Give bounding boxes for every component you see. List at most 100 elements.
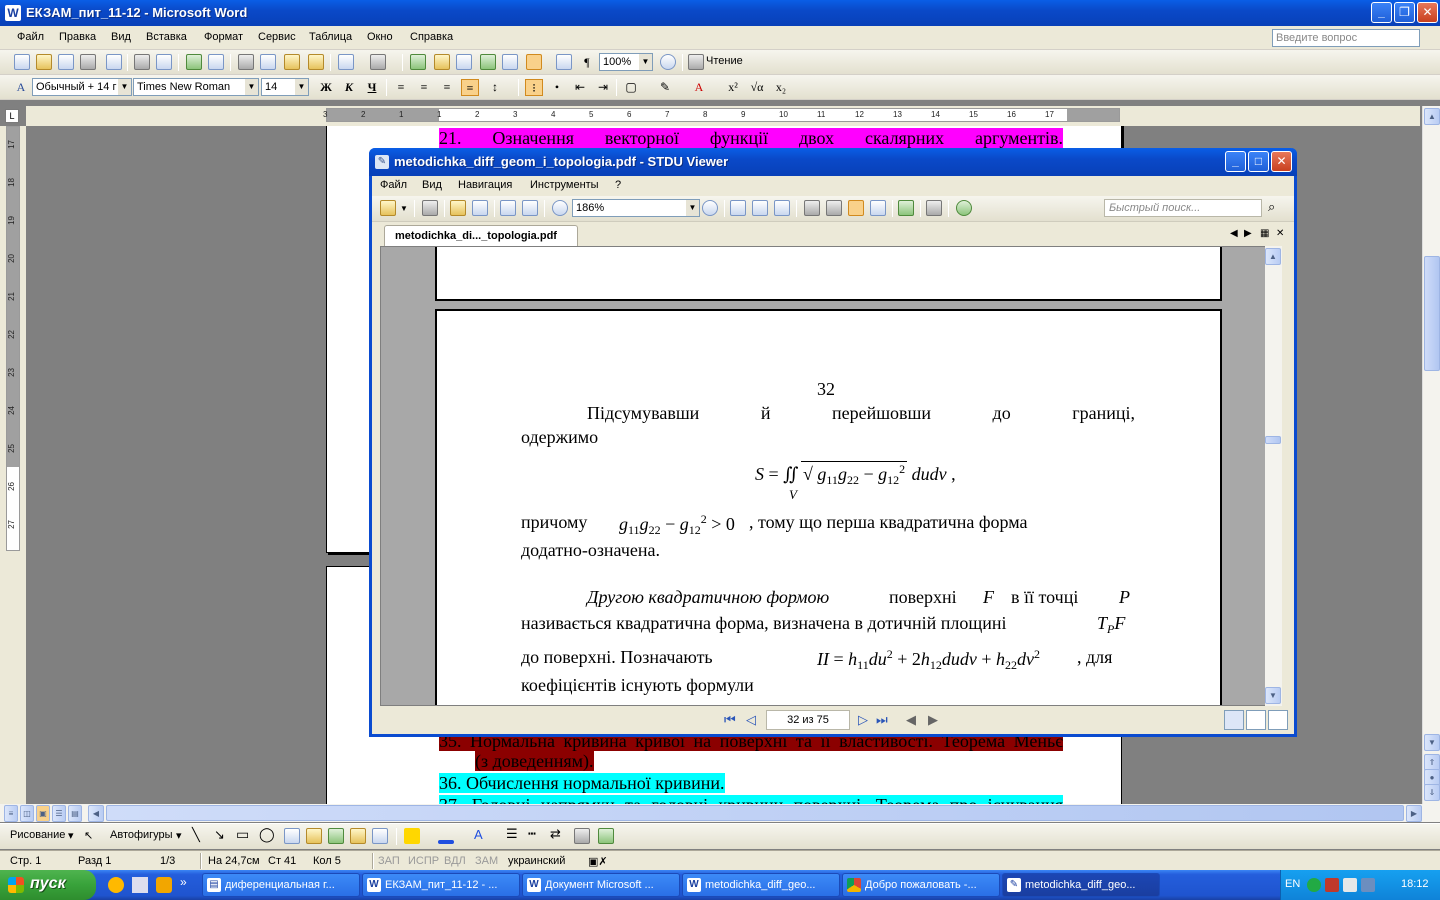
justify-icon[interactable]: ≡ bbox=[461, 79, 479, 96]
status-ext[interactable]: ВДЛ bbox=[444, 855, 466, 867]
print-layout-icon[interactable]: ▣ bbox=[36, 805, 50, 822]
menu-format[interactable]: Формат bbox=[204, 31, 243, 43]
drawing-menu[interactable]: Рисование bbox=[10, 829, 65, 841]
stdu-menu-view[interactable]: Вид bbox=[422, 179, 442, 191]
textbox-icon[interactable] bbox=[284, 828, 300, 844]
quicklaunch-more-icon[interactable]: » bbox=[180, 875, 187, 889]
new-document-icon[interactable] bbox=[14, 54, 30, 70]
status-trk[interactable]: ИСПР bbox=[408, 855, 439, 867]
snapshot-icon[interactable] bbox=[848, 200, 864, 216]
equation-icon[interactable]: √α bbox=[748, 79, 766, 96]
autoshapes-menu[interactable]: Автофигуры bbox=[110, 829, 173, 841]
copy-icon[interactable] bbox=[260, 54, 276, 70]
tab-close-icon[interactable]: ✕ bbox=[1276, 228, 1284, 239]
stdu-print-icon[interactable] bbox=[422, 200, 438, 216]
copy-pages-icon[interactable] bbox=[926, 200, 942, 216]
bullets-icon[interactable]: • bbox=[548, 79, 566, 96]
stdu-menu-tools[interactable]: Инструменты bbox=[530, 179, 599, 191]
task-button[interactable]: W Документ Microsoft ... bbox=[522, 873, 680, 897]
web-view-icon[interactable]: ◫ bbox=[20, 805, 34, 822]
fit-height-icon[interactable] bbox=[774, 200, 790, 216]
status-ovr[interactable]: ЗАМ bbox=[475, 855, 498, 867]
document-map-icon[interactable] bbox=[556, 54, 572, 70]
tab-list-icon[interactable]: ▦ bbox=[1260, 228, 1269, 239]
search-icon[interactable]: ⌕ bbox=[1268, 199, 1275, 215]
fill-color-icon[interactable] bbox=[404, 828, 420, 844]
drawing-toggle-icon[interactable] bbox=[526, 54, 542, 70]
outline-view-icon[interactable]: ☰ bbox=[52, 805, 66, 822]
spelling-status-icon[interactable]: ▣✗ bbox=[588, 855, 608, 868]
stdu-select-icon[interactable] bbox=[522, 200, 538, 216]
font-color-icon[interactable]: A bbox=[690, 79, 708, 96]
close-button[interactable]: ✕ bbox=[1417, 2, 1438, 23]
fit-page-icon[interactable] bbox=[730, 200, 746, 216]
save-icon[interactable] bbox=[58, 54, 74, 70]
tray-security-icon[interactable] bbox=[1325, 878, 1339, 892]
font-color-draw-icon[interactable]: A bbox=[474, 827, 483, 842]
tray-volume-icon[interactable] bbox=[1361, 878, 1375, 892]
arrow-icon[interactable]: ↘ bbox=[214, 827, 225, 843]
format-painter-icon[interactable] bbox=[308, 54, 324, 70]
stdu-menu-navigation[interactable]: Навигация bbox=[458, 179, 512, 191]
task-button[interactable]: Wmetodichka_diff_geo... bbox=[682, 873, 840, 897]
continuous-layout-icon[interactable] bbox=[1246, 710, 1266, 730]
prev-page-icon[interactable]: ◁ bbox=[746, 712, 756, 728]
tray-clock[interactable]: 18:12 bbox=[1401, 878, 1429, 890]
picture-icon[interactable] bbox=[372, 828, 388, 844]
undo-icon[interactable] bbox=[338, 54, 354, 70]
menu-file[interactable]: Файл bbox=[17, 31, 44, 43]
word-app-icon[interactable]: W bbox=[5, 5, 21, 21]
align-left-icon[interactable]: ≡ bbox=[392, 79, 410, 96]
line-spacing-icon[interactable]: ↕ bbox=[486, 79, 504, 96]
next-page-icon[interactable]: ⇓ bbox=[1424, 784, 1440, 801]
style-select[interactable]: Обычный + 14 г ▼ bbox=[32, 78, 132, 96]
align-right-icon[interactable]: ≡ bbox=[438, 79, 456, 96]
forward-icon[interactable]: ▶ bbox=[928, 712, 938, 728]
oval-icon[interactable]: ◯ bbox=[259, 826, 275, 843]
read-mode-icon[interactable] bbox=[688, 54, 704, 70]
line-color-icon[interactable] bbox=[438, 840, 454, 844]
menu-window[interactable]: Окно bbox=[367, 31, 393, 43]
align-center-icon[interactable]: ≡ bbox=[415, 79, 433, 96]
zoom-out-icon[interactable] bbox=[552, 200, 568, 216]
status-rec[interactable]: ЗАП bbox=[378, 855, 400, 867]
menu-edit[interactable]: Правка bbox=[59, 31, 96, 43]
quick-search-input[interactable]: Быстрый поиск... bbox=[1104, 199, 1262, 217]
text-select-icon[interactable] bbox=[826, 200, 842, 216]
stdu-menu-file[interactable]: Файл bbox=[380, 179, 407, 191]
scroll-thumb[interactable] bbox=[1265, 436, 1281, 444]
underline-button[interactable]: Ч bbox=[363, 79, 381, 96]
zoom-select[interactable]: 100% ▼ bbox=[599, 53, 653, 71]
first-page-icon[interactable]: ⏮ bbox=[724, 712, 736, 728]
quicklaunch-icon[interactable] bbox=[132, 877, 148, 893]
start-button[interactable]: пуск bbox=[0, 870, 96, 900]
minimize-button[interactable]: _ bbox=[1371, 2, 1392, 23]
highlight-icon[interactable]: ✎ bbox=[656, 79, 674, 96]
menu-insert[interactable]: Вставка bbox=[146, 31, 187, 43]
task-button[interactable]: W ЕКЗАМ_пит_11-12 - ... bbox=[362, 873, 520, 897]
styles-pane-icon[interactable]: A bbox=[12, 79, 30, 96]
print-preview-icon[interactable] bbox=[156, 54, 172, 70]
3d-icon[interactable] bbox=[598, 828, 614, 844]
stdu-maximize-button[interactable]: □ bbox=[1248, 151, 1269, 172]
tray-network-icon[interactable] bbox=[1307, 878, 1321, 892]
hyperlink-icon[interactable] bbox=[410, 54, 426, 70]
maximize-button[interactable]: ❐ bbox=[1394, 2, 1415, 23]
italic-button[interactable]: К bbox=[340, 79, 358, 96]
word-horizontal-scrollbar[interactable]: ≡ ◫ ▣ ☰ ▤ ◀ ▶ bbox=[0, 804, 1440, 822]
stdu-menu-help[interactable]: ? bbox=[615, 179, 621, 191]
facing-layout-icon[interactable] bbox=[1268, 710, 1288, 730]
increase-indent-icon[interactable]: ⇥ bbox=[594, 79, 612, 96]
dash-style-icon[interactable]: ┅ bbox=[528, 826, 536, 842]
menu-view[interactable]: Вид bbox=[111, 31, 131, 43]
quicklaunch-icon[interactable] bbox=[108, 877, 124, 893]
scroll-up-icon[interactable]: ▲ bbox=[1424, 108, 1440, 125]
superscript-icon[interactable]: x² bbox=[724, 79, 742, 96]
menu-help[interactable]: Справка bbox=[410, 31, 453, 43]
subscript-icon[interactable]: x₂ bbox=[772, 79, 790, 96]
diagram-icon[interactable] bbox=[328, 828, 344, 844]
borders-icon[interactable]: ▢ bbox=[622, 79, 640, 96]
tab-prev-icon[interactable]: ◀ bbox=[1230, 228, 1238, 239]
task-button[interactable]: ✎ metodichka_diff_geo... bbox=[1002, 873, 1160, 897]
stdu-open-icon[interactable] bbox=[380, 200, 396, 216]
